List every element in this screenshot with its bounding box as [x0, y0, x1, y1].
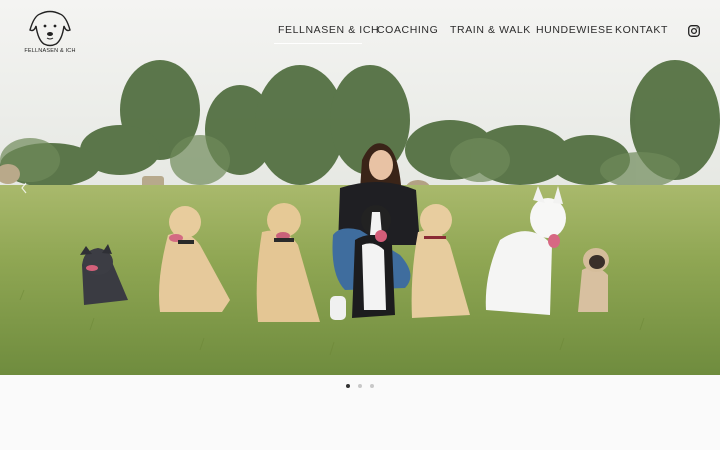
nav-item-kontakt[interactable]: KONTAKT — [615, 24, 668, 36]
instagram-link[interactable] — [688, 24, 700, 37]
slider-dot-1[interactable] — [346, 384, 350, 388]
main-navigation: FELLNASEN & ICH COACHING TRAIN & WALK HU… — [0, 24, 720, 44]
nav-item-coaching[interactable]: COACHING — [377, 24, 438, 36]
site-header: FELLNASEN & ICH FELLNASEN & ICH COACHING… — [0, 0, 720, 62]
slider-dot-3[interactable] — [370, 384, 374, 388]
instagram-icon — [688, 25, 700, 37]
nav-active-indicator — [274, 43, 362, 44]
logo-text: FELLNASEN & ICH — [24, 48, 76, 54]
nav-item-fellnasen-ich[interactable]: FELLNASEN & ICH — [278, 24, 379, 36]
nav-item-train-walk[interactable]: TRAIN & WALK — [450, 24, 531, 36]
chevron-left-icon — [21, 182, 27, 194]
nav-item-hundewiese[interactable]: HUNDEWIESE — [536, 24, 613, 36]
slider-dot-2[interactable] — [358, 384, 362, 388]
slider-pagination — [0, 384, 720, 390]
slider-prev-button[interactable] — [18, 180, 30, 196]
